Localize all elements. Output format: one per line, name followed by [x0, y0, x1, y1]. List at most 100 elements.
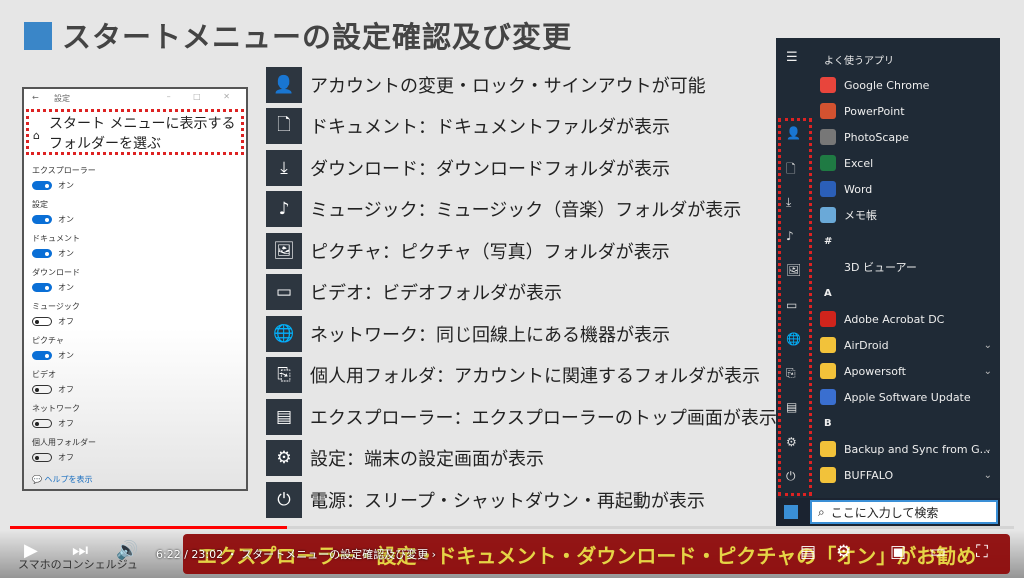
next-icon[interactable]: ⏭	[72, 540, 88, 561]
chevron-down-icon[interactable]: ⌄	[984, 444, 992, 455]
rail-video-icon[interactable]: ▭	[786, 298, 797, 312]
app-item[interactable]: Excel	[820, 150, 998, 176]
feature-list: 👤 アカウントの変更・ロック・サインアウトが可能 🗋 ドキュメント：ドキュメントファル…	[266, 64, 777, 521]
rail-picture-icon[interactable]: 🖼	[786, 263, 801, 277]
progress-bar[interactable]	[10, 526, 1014, 529]
power-icon: ⏻	[266, 481, 302, 518]
list-text: ミュージック：ミュージック（音楽）フォルダが表示	[310, 200, 742, 222]
search-icon: ⌕	[818, 504, 825, 519]
chevron-down-icon[interactable]: ⌄	[984, 340, 992, 351]
list-item: 🖼 ピクチャ：ピクチャ（写真）フォルダが表示	[266, 230, 777, 272]
app-item[interactable]: PowerPoint	[820, 98, 998, 124]
video-icon: ▭	[266, 274, 302, 311]
toggle-switch[interactable]	[32, 283, 52, 292]
rail-music-icon[interactable]: ♪	[786, 229, 794, 243]
app-item[interactable]: Google Chrome	[820, 72, 998, 98]
settings-window: ← 設定 – □ ✕ ⌂ スタート メニューに表示するフォルダーを選ぶ エクスプローラ…	[22, 87, 248, 491]
list-text: ダウンロード：ダウンロードフォルダが表示	[310, 158, 670, 180]
toggle-switch[interactable]	[32, 249, 52, 258]
rail-gear-icon[interactable]: ⚙	[786, 435, 797, 449]
toggle-switch[interactable]	[32, 317, 52, 326]
setting-label: ドキュメント	[32, 234, 80, 243]
setting-label: 設定	[32, 200, 48, 209]
setting-item: ダウンロード オン	[24, 261, 246, 295]
toggle-state: オフ	[58, 419, 74, 428]
app-item[interactable]: BUFFALO ⌄	[820, 462, 998, 488]
player-controls: スマホのコンシェルジュ ▶ ⏭ 🔊 エクスプローラー・設定・ドキュメント・ダウン…	[0, 530, 1024, 578]
app-item[interactable]: Apowersoft ⌄	[820, 358, 998, 384]
picture-icon: 🖼	[266, 232, 302, 269]
rail-document-icon[interactable]: 🗋	[786, 160, 796, 181]
toggle-state: オン	[58, 215, 74, 224]
list-text: 個人用フォルダ：アカウントに関連するフォルダが表示	[310, 366, 760, 388]
app-item[interactable]: 3D ビューアー	[820, 254, 998, 280]
list-text: エクスプローラー：エクスプローラーのトップ画面が表示	[310, 407, 777, 429]
section-header: #	[824, 235, 833, 247]
music-icon: ♪	[266, 191, 302, 228]
app-item[interactable]: Adobe Acrobat DC	[820, 306, 998, 332]
app-label: メモ帳	[844, 209, 877, 222]
hamburger-icon[interactable]: ☰	[786, 50, 798, 65]
setting-label: ミュージック	[32, 302, 80, 311]
toggle-state: オフ	[58, 385, 74, 394]
search-input[interactable]: ⌕ ここに入力して検索	[810, 500, 998, 524]
section-header: B	[824, 417, 832, 429]
toggle-state: オフ	[58, 453, 74, 462]
rail-explorer-icon[interactable]: ▤	[786, 400, 797, 414]
rail-network-icon[interactable]: 🌐	[786, 332, 801, 346]
account-icon: 👤	[266, 66, 302, 103]
subtitles-icon[interactable]: ▤	[800, 542, 816, 562]
app-label: Apowersoft	[844, 364, 906, 378]
app-label: BUFFALO	[844, 468, 894, 482]
toggle-switch[interactable]	[32, 181, 52, 190]
play-icon[interactable]: ▶	[24, 540, 38, 561]
rail-download-icon[interactable]: ⤓	[786, 195, 791, 210]
toggle-switch[interactable]	[32, 453, 52, 462]
list-item: ⚙ 設定：端末の設定画面が表示	[266, 438, 777, 480]
help-link[interactable]: 💬 ヘルプを表示	[32, 474, 93, 485]
volume-icon[interactable]: 🔊	[116, 540, 138, 561]
app-item[interactable]: Backup and Sync from G... ⌄	[820, 436, 998, 462]
rail-power-icon[interactable]: ⏻	[786, 469, 796, 484]
settings-gear-icon[interactable]: ⚙	[836, 542, 851, 562]
app-label: Apple Software Update	[844, 390, 971, 404]
setting-item: 設定オン	[24, 193, 246, 227]
chevron-down-icon[interactable]: ⌄	[984, 366, 992, 377]
app-icon	[820, 129, 836, 145]
theater-icon[interactable]: ▭	[930, 542, 946, 562]
app-label: PowerPoint	[844, 104, 905, 118]
app-item[interactable]: AirDroid ⌄	[820, 332, 998, 358]
toggle-state: オフ	[58, 317, 74, 326]
app-label: AirDroid	[844, 338, 889, 352]
list-text: ドキュメント：ドキュメントファルダが表示	[310, 117, 670, 139]
setting-item: ビデオ オフ	[24, 363, 246, 397]
toggle-switch[interactable]	[32, 385, 52, 394]
chevron-down-icon[interactable]: ⌄	[984, 470, 992, 481]
chapter-title[interactable]: ・ スタートメニューの設定確認及び変更 ›	[227, 548, 436, 561]
window-title: 設定	[54, 94, 70, 103]
rail-account-icon[interactable]: 👤	[786, 126, 801, 140]
document-icon: 🗋	[266, 108, 302, 145]
app-icon	[820, 77, 836, 93]
progress-fill	[10, 526, 288, 529]
setting-label: ネットワーク	[32, 404, 80, 413]
page-title: スタートメニューの設定確認及び変更	[62, 20, 573, 54]
fullscreen-icon[interactable]: ⛶	[976, 542, 988, 562]
back-icon[interactable]: ←	[32, 93, 39, 102]
app-item[interactable]: PhotoScape	[820, 124, 998, 150]
app-label: 3D ビューアー	[844, 261, 917, 274]
app-icon	[820, 259, 836, 275]
toggle-switch[interactable]	[32, 419, 52, 428]
toggle-switch[interactable]	[32, 215, 52, 224]
app-item[interactable]: メモ帳	[820, 202, 998, 228]
rail-personal-folder-icon[interactable]: ⎘	[786, 366, 796, 381]
app-item[interactable]: Word	[820, 176, 998, 202]
list-item: ⎘ 個人用フォルダ：アカウントに関連するフォルダが表示	[266, 355, 777, 397]
list-item: 🗋 ドキュメント：ドキュメントファルダが表示	[266, 106, 777, 148]
time-display: 6:22 / 23:02 ・ スタートメニューの設定確認及び変更 ›	[156, 546, 436, 562]
toggle-switch[interactable]	[32, 351, 52, 360]
windows-icon[interactable]	[784, 505, 798, 519]
miniplayer-icon[interactable]: ▣	[890, 542, 906, 562]
window-controls[interactable]: – □ ✕	[167, 92, 240, 101]
app-item[interactable]: Apple Software Update	[820, 384, 998, 410]
